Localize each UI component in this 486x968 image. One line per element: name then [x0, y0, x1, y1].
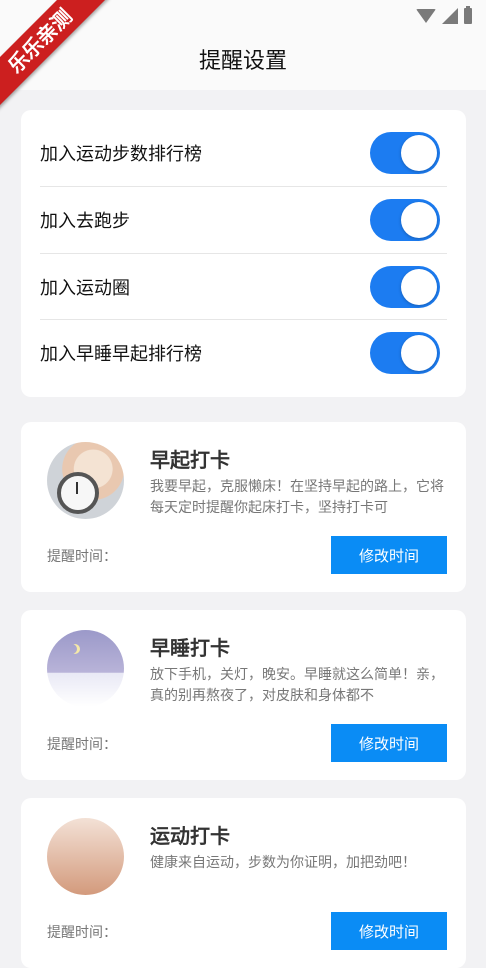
moon-icon [67, 644, 77, 654]
reminder-description: 我要早起，克服懒床！在坚持早起的路上，它将每天定时提醒你起床打卡，坚持打卡可 [150, 479, 444, 516]
reminder-description: 健康来自运动，步数为你证明，加把劲吧！ [150, 855, 416, 871]
toggle-row-sport-circle: 加入运动圈 [40, 253, 447, 320]
toggle-label: 加入去跑步 [40, 211, 130, 232]
edit-time-button[interactable]: 修改时间 [331, 912, 447, 950]
reminder-time-label: 提醒时间： [47, 737, 117, 753]
wifi-icon [416, 9, 436, 23]
reminder-time-label: 提醒时间： [47, 925, 117, 941]
step-ranking-switch[interactable] [370, 132, 440, 174]
toggle-label: 加入运动圈 [40, 278, 130, 299]
switch-knob [401, 135, 437, 171]
reminder-time-label: 提醒时间： [47, 549, 117, 565]
toggle-row-early-sleep-ranking: 加入早睡早起排行榜 [40, 319, 447, 386]
reminder-card-exercise: 运动打卡 健康来自运动，步数为你证明，加把劲吧！ 提醒时间： 修改时间 [21, 798, 466, 968]
reminder-title: 早起打卡 [150, 448, 230, 472]
switch-knob [401, 202, 437, 238]
reminder-card-early-sleep: 早睡打卡 放下手机，关灯，晚安。早睡就这么简单！亲，真的别再熬夜了，对皮肤和身体… [21, 610, 466, 780]
page-title: 提醒设置 [198, 49, 287, 74]
alarm-clock-image [47, 442, 124, 519]
signal-icon [442, 8, 458, 24]
battery-icon [464, 6, 472, 24]
reminder-description: 放下手机，关灯，晚安。早睡就这么简单！亲，真的别再熬夜了，对皮肤和身体都不 [150, 667, 444, 704]
toggle-label: 加入运动步数排行榜 [40, 144, 202, 165]
toggle-settings-card: 加入运动步数排行榜 加入去跑步 加入运动圈 加入早睡早起排行榜 [21, 110, 466, 397]
toggle-row-step-ranking: 加入运动步数排行榜 [40, 120, 447, 186]
alarm-clock-icon [57, 472, 99, 514]
sport-circle-switch[interactable] [370, 266, 440, 308]
running-image [47, 818, 124, 895]
edit-time-button[interactable]: 修改时间 [331, 724, 447, 762]
reminder-title: 运动打卡 [150, 824, 230, 848]
early-sleep-ranking-switch[interactable] [370, 332, 440, 374]
night-sky-image [47, 630, 124, 707]
toggle-label: 加入早睡早起排行榜 [40, 344, 202, 365]
toggle-row-go-running: 加入去跑步 [40, 186, 447, 253]
switch-knob [401, 335, 437, 371]
reminder-card-wake-up: 早起打卡 我要早起，克服懒床！在坚持早起的路上，它将每天定时提醒你起床打卡，坚持… [21, 422, 466, 592]
navigation-bar: 提醒设置 [0, 34, 486, 90]
switch-knob [401, 269, 437, 305]
edit-time-button[interactable]: 修改时间 [331, 536, 447, 574]
go-running-switch[interactable] [370, 199, 440, 241]
status-icons [416, 6, 472, 24]
reminder-title: 早睡打卡 [150, 636, 230, 660]
